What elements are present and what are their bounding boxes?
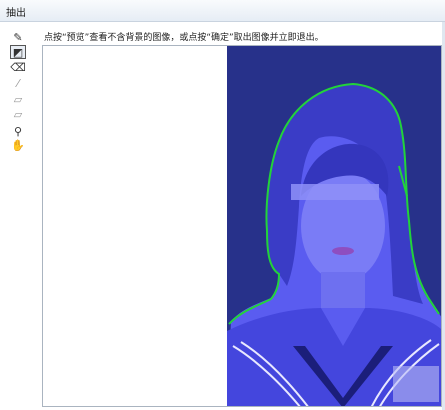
edge-highlighter-tool-icon[interactable]: ✎ (10, 30, 26, 44)
tool-panel: ✎ ◩ ⌫ ⁄ ▱ ▱ ⚲ ✋ (4, 30, 38, 410)
eyedropper-tool-icon[interactable]: ⁄ (10, 76, 26, 90)
preview-canvas[interactable] (42, 45, 442, 407)
neck-region (321, 272, 365, 308)
cleanup-tool-icon[interactable]: ▱ (10, 92, 26, 106)
instruction-text: 点按“预览”查看不含背景的图像，或点按“确定”取出图像并立即退出。 (44, 33, 324, 43)
title-bar: 抽出 (0, 0, 445, 22)
corner-mosaic (393, 366, 439, 402)
zoom-tool-icon[interactable]: ⚲ (10, 124, 26, 138)
privacy-mosaic (291, 184, 379, 200)
photo-preview (227, 46, 441, 406)
lips (332, 247, 354, 255)
edge-touchup-tool-icon[interactable]: ▱ (10, 107, 26, 121)
fill-tool-icon[interactable]: ◩ (10, 45, 26, 59)
window-title: 抽出 (6, 8, 26, 19)
eraser-tool-icon[interactable]: ⌫ (10, 60, 26, 74)
hand-tool-icon[interactable]: ✋ (10, 138, 26, 152)
